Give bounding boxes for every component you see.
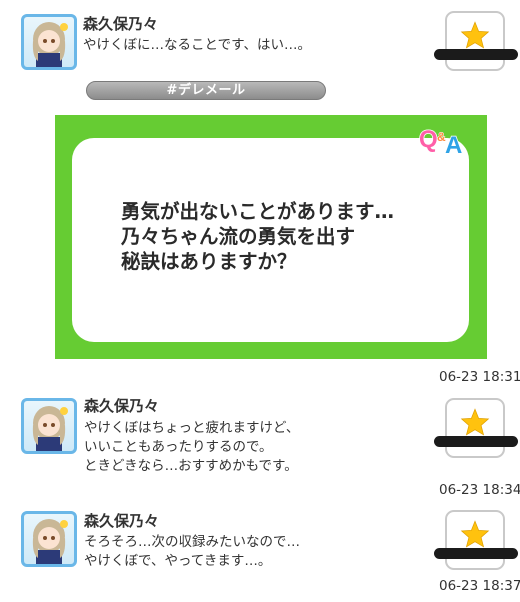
avatar[interactable] (21, 398, 77, 454)
favorite-button[interactable] (445, 510, 505, 570)
redaction-bar (434, 49, 518, 60)
qa-question-text: 勇気が出ないことがあります… 乃々ちゃん流の勇気を出す 秘訣はありますか？ (121, 199, 394, 274)
qa-line: 勇気が出ないことがあります… (121, 200, 395, 223)
message-line: いいこともあったりするので。 (84, 439, 273, 455)
redaction-bar (434, 548, 518, 559)
timestamp: 06-23 18:31 (439, 369, 520, 385)
character-avatar-icon (32, 406, 68, 451)
message-line: やけくぼで、やってきます…。 (84, 553, 272, 569)
sender-name: 森久保乃々 (84, 512, 160, 530)
star-icon (460, 21, 490, 49)
qa-card: Q & A 勇気が出ないことがあります… 乃々ちゃん流の勇気を出す 秘訣はありま… (55, 115, 487, 359)
sender-name: 森久保乃々 (83, 15, 159, 33)
tag-label[interactable]: #デレメール (86, 81, 326, 100)
qa-line: 乃々ちゃん流の勇気を出す (121, 225, 356, 248)
svg-text:A: A (445, 132, 462, 159)
timestamp: 06-23 18:37 (439, 578, 520, 594)
message-text: そろそろ…次の収録みたいなので… やけくぼで、やってきます…。 (84, 533, 300, 571)
favorite-button[interactable] (445, 398, 505, 458)
character-avatar-icon (32, 519, 68, 564)
message-line: やけくぼはちょっと疲れますけど、 (84, 420, 300, 436)
redaction-bar (434, 436, 518, 447)
avatar[interactable] (21, 511, 77, 567)
qa-logo-icon: Q & A (418, 125, 463, 159)
timestamp: 06-23 18:34 (439, 482, 520, 498)
message-text: やけくぼはちょっと疲れますけど、 いいこともあったりするので。 ときどきなら…お… (84, 419, 299, 476)
star-icon (460, 408, 490, 436)
sender-name: 森久保乃々 (84, 397, 160, 415)
message-text: やけくぼに…なることです、はい…。 (83, 36, 311, 55)
favorite-button[interactable] (445, 11, 505, 71)
message-line: そろそろ…次の収録みたいなので… (84, 534, 300, 550)
avatar[interactable] (21, 14, 77, 70)
qa-line: 秘訣はありますか？ (121, 250, 297, 273)
star-icon (460, 520, 490, 548)
message-line: ときどきなら…おすすめかもです。 (84, 458, 298, 474)
svg-text:Q: Q (419, 126, 438, 153)
message-line: やけくぼに…なることです、はい…。 (83, 37, 312, 53)
character-avatar-icon (32, 22, 68, 67)
